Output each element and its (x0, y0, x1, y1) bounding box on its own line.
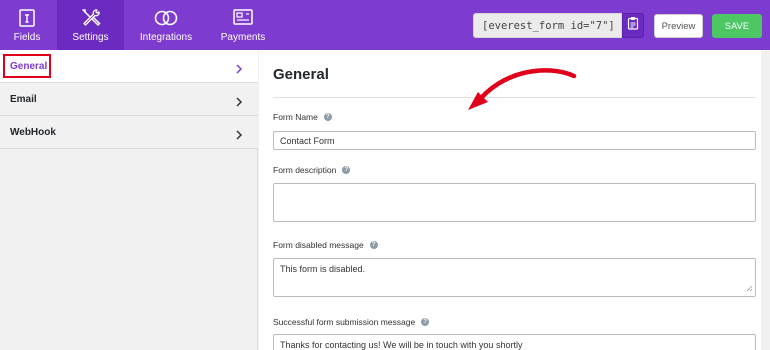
page-title: General (273, 66, 329, 83)
chevron-right-icon (235, 94, 243, 112)
help-icon[interactable]: ? (369, 241, 378, 249)
success-message-label-text: Successful form submission message (273, 317, 416, 327)
form-disabled-message-value: This form is disabled. (280, 264, 366, 274)
clipboard-icon (627, 16, 639, 35)
tab-fields[interactable]: Fields (0, 0, 54, 50)
sidebar-item-label: WebHook (10, 127, 56, 138)
sidebar-item-webhook[interactable]: WebHook (0, 116, 258, 149)
payments-icon (232, 7, 254, 29)
save-button[interactable]: SAVE (712, 14, 762, 38)
integrations-icon (153, 7, 179, 29)
form-name-label-text: Form Name (273, 112, 318, 122)
shortcode-field[interactable]: [everest_form id="7"] (473, 13, 622, 38)
settings-icon (80, 7, 102, 29)
preview-button[interactable]: Preview (654, 14, 703, 38)
tab-payments[interactable]: Payments (208, 0, 278, 50)
tab-settings-label: Settings (72, 32, 109, 43)
settings-sidebar: General Email WebHook (0, 50, 258, 350)
form-disabled-message-label: Form disabled message ? (273, 240, 378, 250)
tab-payments-label: Payments (220, 32, 266, 43)
tab-integrations[interactable]: Integrations (130, 0, 202, 50)
copy-shortcode-button[interactable] (622, 13, 644, 38)
chevron-right-icon (235, 61, 243, 79)
help-icon[interactable]: ? (342, 166, 351, 174)
sidebar-item-email[interactable]: Email (0, 83, 258, 116)
sidebar-item-label: Email (10, 94, 37, 105)
tab-settings[interactable]: Settings (57, 0, 124, 50)
form-name-input[interactable]: Contact Form (273, 131, 756, 150)
help-icon[interactable]: ? (323, 113, 332, 121)
chevron-right-icon (235, 127, 243, 145)
form-description-textarea[interactable] (273, 183, 756, 222)
annotation-highlight-box (3, 54, 51, 78)
scrollbar-track[interactable] (761, 50, 770, 350)
success-message-label: Successful form submission message ? (273, 317, 430, 327)
form-disabled-message-label-text: Form disabled message (273, 240, 364, 250)
success-message-textarea[interactable]: Thanks for contacting us! We will be in … (273, 334, 756, 350)
form-disabled-message-textarea[interactable]: This form is disabled. (273, 258, 756, 297)
tab-integrations-label: Integrations (139, 32, 193, 43)
help-icon[interactable]: ? (421, 318, 430, 326)
tab-fields-label: Fields (13, 32, 41, 43)
form-description-label-text: Form description (273, 165, 337, 175)
form-name-label: Form Name ? (273, 112, 332, 122)
resize-handle-icon[interactable] (746, 284, 753, 294)
form-description-label: Form description ? (273, 165, 351, 175)
annotation-arrow-icon (462, 66, 582, 121)
fields-icon (17, 7, 37, 29)
